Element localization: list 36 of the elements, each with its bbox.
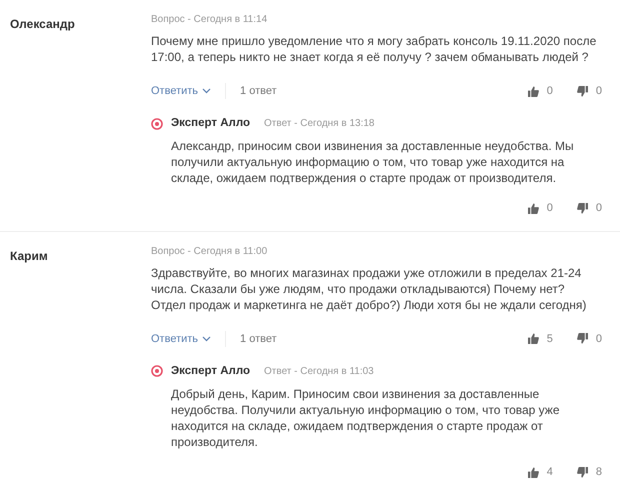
answer-meta: Ответ - Сегодня в 13:18 (264, 117, 374, 132)
expert-name: Эксперт Алло (171, 364, 250, 379)
answers-count[interactable]: 1 ответ (240, 330, 277, 347)
chevron-down-icon (202, 336, 212, 342)
like-count: 0 (546, 84, 553, 99)
thumbs-up-icon[interactable] (528, 466, 539, 478)
answer-text: Александр, приносим свои извинения за доставленные неудобства. Мы получили актуальную информацию о том, что товар уже находится на складе, ожидаем подтверждения о старте продаж от производителя. (171, 138, 575, 186)
question-meta: Вопрос - Сегодня в 11:00 (151, 244, 268, 259)
dislike-count: 8 (596, 465, 602, 480)
thumbs-up-icon[interactable] (528, 86, 539, 96)
target-logo-icon (151, 118, 163, 130)
dislike-count: 0 (596, 84, 602, 99)
reply-button[interactable]: Ответить (151, 82, 212, 100)
thumbs-up-icon[interactable] (528, 203, 539, 214)
like-count: 0 (546, 201, 553, 216)
dislike-count: 0 (596, 201, 602, 216)
question-meta: Вопрос - Сегодня в 11:14 (151, 13, 268, 27)
chevron-down-icon (202, 88, 212, 94)
like-count: 4 (546, 465, 553, 480)
thumbs-down-icon[interactable] (576, 333, 588, 344)
thumbs-down-icon[interactable] (576, 466, 588, 478)
like-count: 5 (546, 332, 553, 346)
answer-text: Добрый день, Карим. Приносим свои извинения за доставленные неудобства. Получили актуальную информацию о том, что товар уже находится на складе, ожидаем подтверждения о старте продаж от производителя. (171, 386, 560, 450)
expert-name: Эксперт Алло (171, 116, 250, 131)
reply-button[interactable]: Ответить (151, 330, 212, 347)
author-name: Олександр (10, 17, 75, 31)
thumbs-down-icon[interactable] (576, 86, 588, 96)
answer-meta: Ответ - Сегодня в 11:03 (264, 364, 374, 379)
thumbs-down-icon[interactable] (576, 203, 588, 214)
dislike-count: 0 (596, 332, 602, 346)
question-text: Почему мне пришло уведомление что я могу забрать консоль 19.11.2020 после 17:00, а теперь никто не знает когда я её получу ? зачем обманывать людей ? (151, 33, 598, 65)
thumbs-up-icon[interactable] (528, 333, 539, 344)
target-logo-icon (151, 365, 163, 378)
author-name: Карим (10, 248, 48, 263)
answers-count[interactable]: 1 ответ (240, 82, 277, 100)
question-text: Здравствуйте, во многих магазинах продажи уже отложили в пределах 21-24 числа. Сказали бы уже людям, что продажи откладываются) Почему нет? Отдел продаж и маркетинга не даёт добро?) Люди хотя бы не ждали сегодня) (151, 264, 588, 313)
